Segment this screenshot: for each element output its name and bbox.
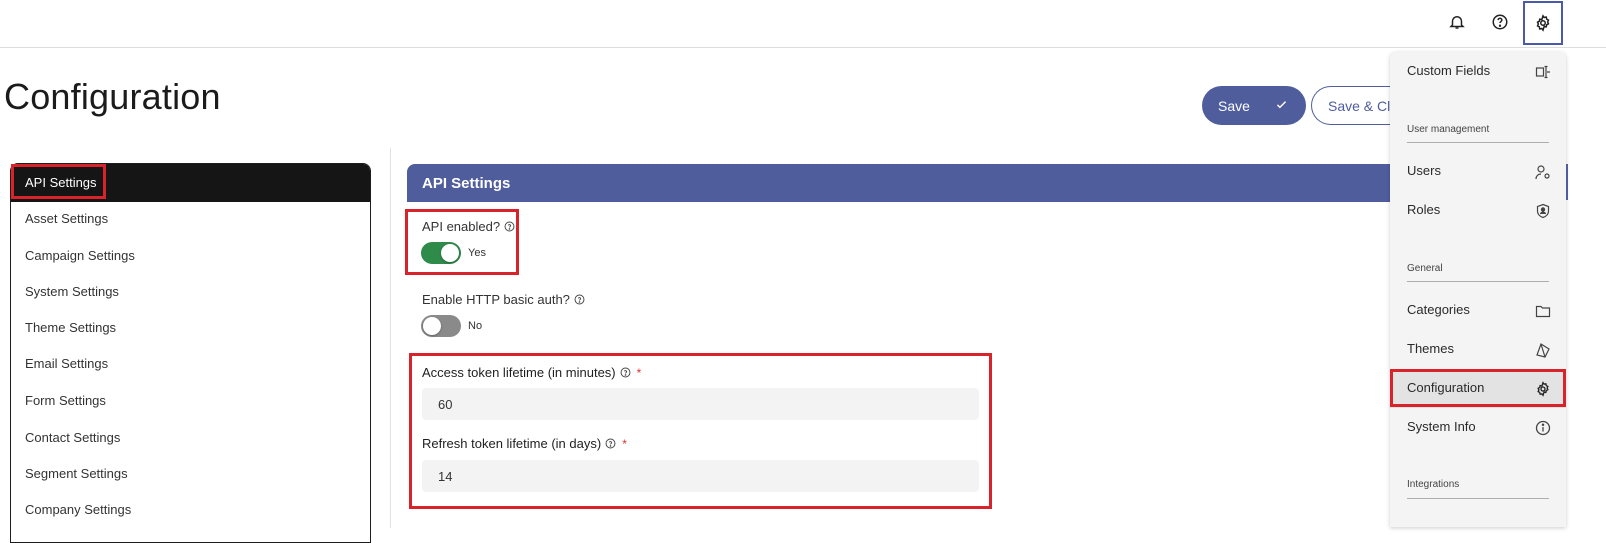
refresh-token-label-text: Refresh token lifetime (in days) [422,436,602,451]
save-button[interactable]: Save [1202,86,1306,125]
menu-item-custom-fields[interactable]: Custom Fields [1407,63,1490,78]
refresh-token-label: Refresh token lifetime (in days) * [422,436,627,451]
column-divider [390,148,391,528]
menu-divider [1407,281,1549,282]
sidebar-item-company-settings[interactable]: Company Settings [25,502,131,517]
required-mark: * [622,436,627,451]
help-icon[interactable] [574,294,585,305]
sidebar-item-form-settings[interactable]: Form Settings [25,393,106,408]
bell-icon[interactable] [1440,7,1474,37]
help-icon[interactable] [504,221,515,232]
folder-icon [1535,305,1551,318]
check-icon [1276,101,1287,109]
menu-item-users[interactable]: Users [1407,163,1441,178]
panel-title: API Settings [407,164,1417,202]
menu-divider [1407,498,1549,499]
sidebar-item-email-settings[interactable]: Email Settings [25,356,108,371]
access-token-label: Access token lifetime (in minutes) * [422,365,641,380]
sidebar-item-asset-settings[interactable]: Asset Settings [25,211,108,226]
menu-item-configuration[interactable]: Configuration [1407,380,1484,395]
settings-menu: Custom Fields User management Users Role… [1390,52,1566,527]
shield-user-icon [1536,203,1550,219]
save-button-label: Save [1218,97,1250,114]
http-basic-auth-state: No [468,320,483,332]
sidebar-item-segment-settings[interactable]: Segment Settings [25,466,128,481]
http-basic-auth-toggle[interactable] [421,315,461,337]
palette-icon [1536,343,1550,358]
access-token-input[interactable] [422,388,979,420]
help-circle-icon[interactable] [1483,7,1517,37]
gear-icon[interactable] [1523,1,1563,45]
menu-item-themes[interactable]: Themes [1407,341,1454,356]
api-enabled-state: Yes [468,247,486,259]
menu-section-general: General [1407,263,1443,274]
sidebar-item-theme-settings[interactable]: Theme Settings [25,320,116,335]
sidebar-item-api-settings[interactable]: API Settings [25,175,97,190]
http-basic-auth-label-text: Enable HTTP basic auth? [422,292,570,307]
menu-item-system-info[interactable]: System Info [1407,419,1476,434]
user-settings-icon [1535,165,1550,180]
menu-item-roles[interactable]: Roles [1407,202,1440,217]
required-mark: * [636,365,642,380]
gear-icon [1537,381,1549,397]
settings-sidebar: API Settings Asset Settings Campaign Set… [10,163,371,543]
page-title: Configuration [4,76,221,117]
menu-divider [1407,142,1549,143]
info-icon [1535,420,1551,436]
help-icon[interactable] [605,438,616,449]
sidebar-item-campaign-settings[interactable]: Campaign Settings [25,248,135,263]
api-enabled-label-text: API enabled? [422,219,501,234]
menu-item-categories[interactable]: Categories [1407,302,1470,317]
sidebar-item-contact-settings[interactable]: Contact Settings [25,430,120,445]
menu-section-integrations: Integrations [1407,479,1460,490]
refresh-token-input[interactable] [422,460,979,492]
http-basic-auth-label: Enable HTTP basic auth? [422,292,585,307]
help-icon[interactable] [620,367,631,378]
custom-fields-icon [1535,65,1550,79]
access-token-label-text: Access token lifetime (in minutes) [422,365,616,380]
scrollbar-indicator [1566,164,1568,200]
api-enabled-toggle[interactable] [421,242,461,264]
sidebar-item-system-settings[interactable]: System Settings [25,284,119,299]
api-enabled-label: API enabled? [422,219,515,234]
menu-section-user-management: User management [1407,124,1490,135]
top-bar [0,0,1606,48]
